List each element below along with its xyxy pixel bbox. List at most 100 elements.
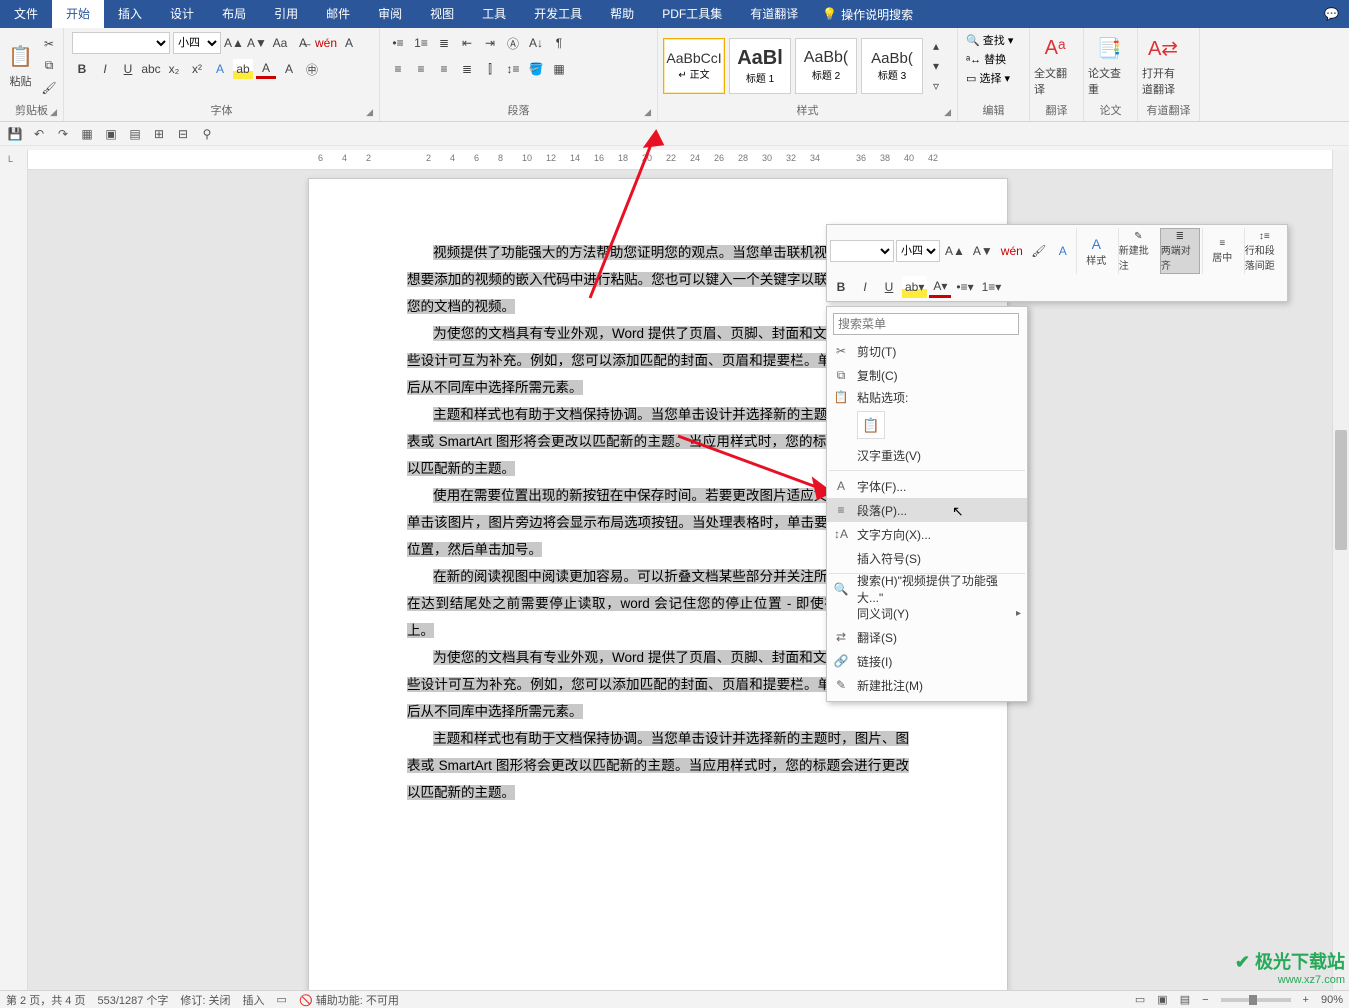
clipboard-launcher[interactable]: ◢ xyxy=(50,107,57,118)
tab-youdao[interactable]: 有道翻译 xyxy=(736,0,812,28)
horizontal-ruler[interactable]: 6 4 2 2 4 6 8 10 12 14 16 18 20 22 24 26… xyxy=(28,150,1349,170)
ctx-link[interactable]: 🔗链接(I) xyxy=(827,649,1027,673)
tab-layout[interactable]: 布局 xyxy=(208,0,260,28)
asian-layout-button[interactable]: Ⓐ xyxy=(503,33,523,53)
strike-button[interactable]: abc xyxy=(141,59,161,79)
thesis-check-button[interactable]: 📑论文查重 xyxy=(1088,32,1130,100)
ctx-search[interactable]: 🔍搜索(H)"视频提供了功能强大..." xyxy=(827,577,1027,601)
mini-bullets[interactable]: •≡▾ xyxy=(953,276,976,298)
tab-file[interactable]: 文件 xyxy=(0,0,52,28)
bullets-button[interactable]: •≡ xyxy=(388,33,408,53)
zoom-in[interactable]: + xyxy=(1303,994,1309,1006)
mini-font-name[interactable] xyxy=(830,240,894,262)
style-h3[interactable]: AaBb(标题 3 xyxy=(861,38,923,94)
line-spacing-button[interactable]: ↕≡ xyxy=(503,59,523,79)
mini-comment[interactable]: ✎新建批注 xyxy=(1118,228,1158,274)
status-insert[interactable]: 插入 xyxy=(243,992,265,1008)
tab-mail[interactable]: 邮件 xyxy=(312,0,364,28)
qat-e[interactable]: ⊟ xyxy=(174,125,192,143)
tab-help[interactable]: 帮助 xyxy=(596,0,648,28)
highlight-button[interactable]: ab xyxy=(233,59,253,79)
find-button[interactable]: 🔍 查找 ▾ xyxy=(966,32,1013,48)
ctx-cut[interactable]: ✂剪切(T) xyxy=(827,339,1027,363)
tell-me[interactable]: 💡 操作说明搜索 xyxy=(812,6,923,23)
copy-button[interactable]: ⧉ xyxy=(39,56,59,76)
shading-button[interactable]: 🪣 xyxy=(526,59,546,79)
font-launcher[interactable]: ◢ xyxy=(366,107,373,118)
ctx-text-direction[interactable]: ↕A文字方向(X)... xyxy=(827,522,1027,546)
para-7[interactable]: 主题和样式也有助于文档保持协调。当您单击设计并选择新的主题时，图片、图表或 Sm… xyxy=(407,725,909,806)
sort-button[interactable]: A↓ xyxy=(526,33,546,53)
italic-button[interactable]: I xyxy=(95,59,115,79)
view-read[interactable]: ▭ xyxy=(1135,993,1145,1006)
tab-pdf[interactable]: PDF工具集 xyxy=(648,0,736,28)
status-lang-icon[interactable]: ▭ xyxy=(277,993,287,1006)
mini-grow-font[interactable]: A▲ xyxy=(942,240,968,262)
mini-spacing[interactable]: ↕≡行和段落间距 xyxy=(1244,228,1284,274)
decrease-indent-button[interactable]: ⇤ xyxy=(457,33,477,53)
grow-font-button[interactable]: A▲ xyxy=(224,33,244,53)
increase-indent-button[interactable]: ⇥ xyxy=(480,33,500,53)
view-web[interactable]: ▤ xyxy=(1180,993,1190,1006)
subscript-button[interactable]: x₂ xyxy=(164,59,184,79)
qat-f[interactable]: ⚲ xyxy=(198,125,216,143)
status-track[interactable]: 修订: 关闭 xyxy=(180,992,230,1008)
zoom-slider[interactable] xyxy=(1221,998,1291,1002)
ctx-font[interactable]: A字体(F)... xyxy=(827,474,1027,498)
font-color-button[interactable]: A xyxy=(256,59,276,79)
vertical-scrollbar[interactable] xyxy=(1332,150,1349,990)
styles-launcher[interactable]: ◢ xyxy=(944,107,951,118)
mini-highlight[interactable]: ab▾ xyxy=(902,276,927,298)
tab-references[interactable]: 引用 xyxy=(260,0,312,28)
mini-italic[interactable]: I xyxy=(854,276,876,298)
change-case-button[interactable]: Aa xyxy=(270,33,290,53)
enclose-char-button[interactable]: ㊥ xyxy=(302,59,322,79)
tab-home[interactable]: 开始 xyxy=(52,0,104,28)
paste-button[interactable]: 📋 粘贴 xyxy=(4,32,37,100)
mini-style[interactable]: A样式 xyxy=(1076,228,1116,274)
replace-button[interactable]: ᵃ↔ 替换 xyxy=(966,51,1006,67)
tab-tools[interactable]: 工具 xyxy=(468,0,520,28)
justify-button[interactable]: ≣ xyxy=(457,59,477,79)
ctx-paragraph[interactable]: ≡段落(P)... xyxy=(827,498,1027,522)
ctx-insert-symbol[interactable]: 插入符号(S) xyxy=(827,546,1027,570)
mini-phonetic[interactable]: wén xyxy=(998,240,1026,262)
tab-review[interactable]: 审阅 xyxy=(364,0,416,28)
qat-a[interactable]: ▦ xyxy=(78,125,96,143)
char-border-button[interactable]: A xyxy=(339,33,359,53)
comments-icon[interactable]: 💬 xyxy=(1314,7,1349,21)
show-marks-button[interactable]: ¶ xyxy=(549,33,569,53)
tab-insert[interactable]: 插入 xyxy=(104,0,156,28)
mini-justify[interactable]: ≣两端对齐 xyxy=(1160,228,1200,274)
superscript-button[interactable]: x² xyxy=(187,59,207,79)
ctx-han[interactable]: 汉字重选(V) xyxy=(827,443,1027,467)
shrink-font-button[interactable]: A▼ xyxy=(247,33,267,53)
ctx-synonym[interactable]: 同义词(Y)▸ xyxy=(827,601,1027,625)
style-normal[interactable]: AaBbCcI↵ 正文 xyxy=(663,38,725,94)
status-access[interactable]: 🚫 辅助功能: 不可用 xyxy=(299,992,399,1008)
numbering-button[interactable]: 1≡ xyxy=(411,33,431,53)
qat-b[interactable]: ▣ xyxy=(102,125,120,143)
tab-view[interactable]: 视图 xyxy=(416,0,468,28)
mini-bold[interactable]: B xyxy=(830,276,852,298)
status-words[interactable]: 553/1287 个字 xyxy=(97,992,168,1008)
format-painter-button[interactable]: 🖌 xyxy=(39,78,59,98)
open-youdao-button[interactable]: A⇄打开有道翻译 xyxy=(1142,32,1184,100)
status-page[interactable]: 第 2 页，共 4 页 xyxy=(6,992,85,1008)
qat-undo[interactable]: ↶ xyxy=(30,125,48,143)
distribute-button[interactable]: ⫿ xyxy=(480,59,500,79)
scrollbar-thumb[interactable] xyxy=(1335,430,1347,550)
ctx-new-comment[interactable]: ✎新建批注(M) xyxy=(827,673,1027,697)
paragraph-launcher[interactable]: ◢ xyxy=(644,107,651,118)
text-effects-button[interactable]: A xyxy=(210,59,230,79)
qat-c[interactable]: ▤ xyxy=(126,125,144,143)
font-size-select[interactable]: 小四 xyxy=(173,32,221,54)
styles-up[interactable]: ▴ xyxy=(926,36,946,56)
mini-format-painter[interactable]: 🖌 xyxy=(1028,240,1050,262)
ctx-copy[interactable]: ⧉复制(C) xyxy=(827,363,1027,387)
style-h1[interactable]: AaBl标题 1 xyxy=(729,38,791,94)
align-left-button[interactable]: ≡ xyxy=(388,59,408,79)
styles-more[interactable]: ▿ xyxy=(926,76,946,96)
mini-font-size[interactable]: 小四 xyxy=(896,240,940,262)
zoom-value[interactable]: 90% xyxy=(1321,994,1343,1006)
